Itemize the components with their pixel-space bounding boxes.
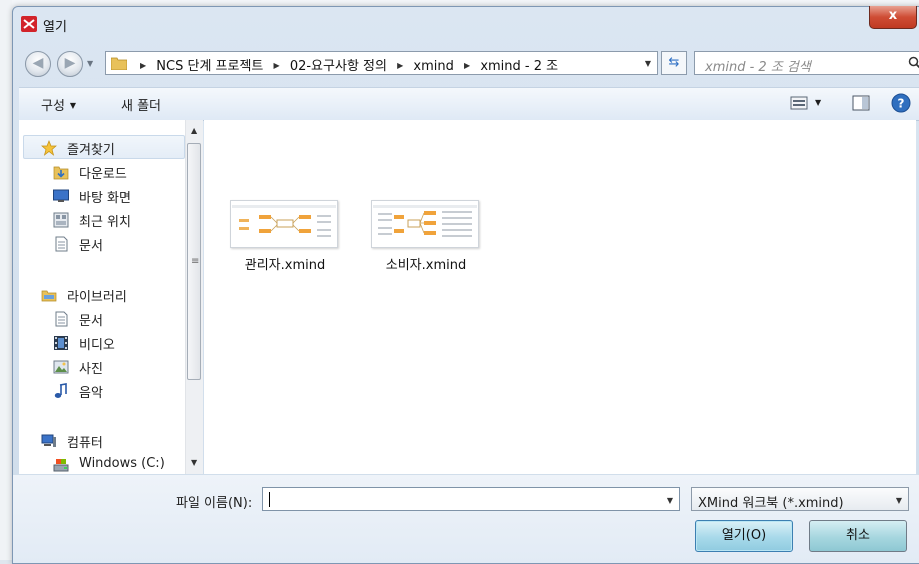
sidebar-item-label: 즐겨찾기 xyxy=(67,139,115,158)
filename-input[interactable]: ▼ xyxy=(262,487,680,511)
recent-places-icon xyxy=(53,212,69,228)
music-icon xyxy=(53,383,69,399)
preview-pane-icon[interactable] xyxy=(852,95,870,111)
address-dropdown-icon[interactable]: ▼ xyxy=(645,59,651,68)
recent-pages-dropdown-icon[interactable]: ▼ xyxy=(87,59,93,68)
sidebar-item-label: 바탕 화면 xyxy=(79,187,131,206)
desktop-background-left xyxy=(0,0,12,560)
refresh-icon: ⇆ xyxy=(669,55,680,70)
help-icon[interactable]: ? xyxy=(891,93,911,113)
video-icon xyxy=(53,335,69,351)
chevron-down-icon: ▼ xyxy=(896,496,902,505)
sidebar-item-label: Windows (C:) xyxy=(79,456,165,471)
forward-button[interactable]: ▶ xyxy=(57,51,83,77)
cancel-button[interactable]: 취소 xyxy=(809,520,907,552)
organize-button[interactable]: 구성 ▼ xyxy=(41,95,76,114)
address-bar[interactable]: ▶ NCS 단계 프로젝트 ▶ 02-요구사항 정의 ▶ xmind ▶ xmi… xyxy=(105,51,658,75)
sidebar-item-label: 문서 xyxy=(79,310,103,329)
organize-label: 구성 xyxy=(41,99,65,114)
breadcrumb-separator-icon[interactable]: ▶ xyxy=(397,61,403,70)
breadcrumb-separator-icon[interactable]: ▶ xyxy=(464,61,470,70)
chevron-down-icon: ▼ xyxy=(70,101,76,110)
document-icon xyxy=(53,311,69,327)
folder-icon xyxy=(111,56,127,70)
open-button[interactable]: 열기(O) xyxy=(695,520,793,552)
file-type-value: XMind 워크북 (*.xmind) xyxy=(698,492,844,511)
sidebar-item-label: 최근 위치 xyxy=(79,211,131,230)
search-placeholder: xmind - 2 조 검색 xyxy=(705,56,811,75)
breadcrumb-item[interactable]: xmind - 2 조 xyxy=(480,59,558,74)
navigation-pane: 즐겨찾기 다운로드 바탕 화면 최근 위치 xyxy=(19,120,202,474)
filename-dropdown-icon[interactable]: ▼ xyxy=(667,496,673,505)
sidebar-item-label: 사진 xyxy=(79,358,103,377)
svg-text:?: ? xyxy=(898,97,905,111)
pictures-icon xyxy=(53,359,69,375)
breadcrumb-item[interactable]: 02-요구사항 정의 xyxy=(290,59,387,74)
breadcrumb-item[interactable]: NCS 단계 프로젝트 xyxy=(156,59,263,74)
downloads-icon xyxy=(53,164,69,180)
navigation-scrollbar[interactable]: ▲ ≡ ▼ xyxy=(185,120,203,474)
file-item[interactable]: 관리자.xmind xyxy=(230,200,340,280)
close-button[interactable]: x xyxy=(869,6,917,29)
scrollbar-thumb[interactable]: ≡ xyxy=(187,143,201,380)
file-type-select[interactable]: XMind 워크북 (*.xmind) ▼ xyxy=(691,487,909,511)
filename-label: 파일 이름(N): xyxy=(176,492,252,511)
breadcrumb-separator-icon[interactable]: ▶ xyxy=(140,61,146,70)
title-bar[interactable]: 열기 x xyxy=(13,7,919,41)
view-dropdown-icon[interactable]: ▼ xyxy=(815,98,821,107)
open-file-dialog: 열기 x ◀ ▶ ▼ ▶ NCS 단계 프로젝트 ▶ 02-요구사항 정의 ▶ … xyxy=(12,6,919,564)
computer-icon xyxy=(41,433,57,449)
sidebar-item-label: 문서 xyxy=(79,235,103,254)
file-item[interactable]: 소비자.xmind xyxy=(371,200,481,280)
breadcrumb-separator-icon[interactable]: ▶ xyxy=(274,61,280,70)
sidebar-item-label: 라이브러리 xyxy=(67,286,127,305)
document-icon xyxy=(53,236,69,252)
window-title: 열기 xyxy=(43,16,67,35)
xmind-thumbnail-icon xyxy=(230,200,338,248)
sidebar-item-label: 비디오 xyxy=(79,334,115,353)
library-icon xyxy=(41,287,57,303)
star-icon xyxy=(41,140,57,156)
sidebar-item-label: 컴퓨터 xyxy=(67,432,103,451)
refresh-button[interactable]: ⇆ xyxy=(661,51,687,75)
file-name: 관리자.xmind xyxy=(230,254,340,273)
desktop-icon xyxy=(53,188,69,204)
back-arrow-icon: ◀ xyxy=(33,55,44,71)
breadcrumb-item[interactable]: xmind xyxy=(413,59,453,74)
view-options-icon[interactable] xyxy=(790,96,808,110)
breadcrumb: ▶ NCS 단계 프로젝트 ▶ 02-요구사항 정의 ▶ xmind ▶ xmi… xyxy=(134,55,558,74)
drive-icon xyxy=(53,457,69,473)
dialog-footer: 파일 이름(N): ▼ XMind 워크북 (*.xmind) ▼ 열기(O) … xyxy=(13,475,919,563)
xmind-app-icon xyxy=(21,16,37,32)
new-folder-button[interactable]: 새 폴더 xyxy=(121,95,161,114)
sidebar-item-label: 다운로드 xyxy=(79,163,127,182)
forward-arrow-icon: ▶ xyxy=(65,55,76,71)
search-input[interactable]: xmind - 2 조 검색 xyxy=(694,51,919,75)
file-name: 소비자.xmind xyxy=(371,254,481,273)
scroll-up-icon[interactable]: ▲ xyxy=(191,126,197,135)
command-toolbar: 구성 ▼ 새 폴더 ▼ ? xyxy=(19,87,919,121)
grip-icon: ≡ xyxy=(191,256,199,267)
back-button[interactable]: ◀ xyxy=(25,51,51,77)
search-icon[interactable] xyxy=(908,56,919,70)
sidebar-item-label: 음악 xyxy=(79,382,103,401)
xmind-thumbnail-icon xyxy=(371,200,479,248)
file-list[interactable]: 관리자.xmind 소비자.xmind xyxy=(204,120,916,474)
scroll-down-icon[interactable]: ▼ xyxy=(191,458,197,467)
text-cursor xyxy=(269,492,270,507)
